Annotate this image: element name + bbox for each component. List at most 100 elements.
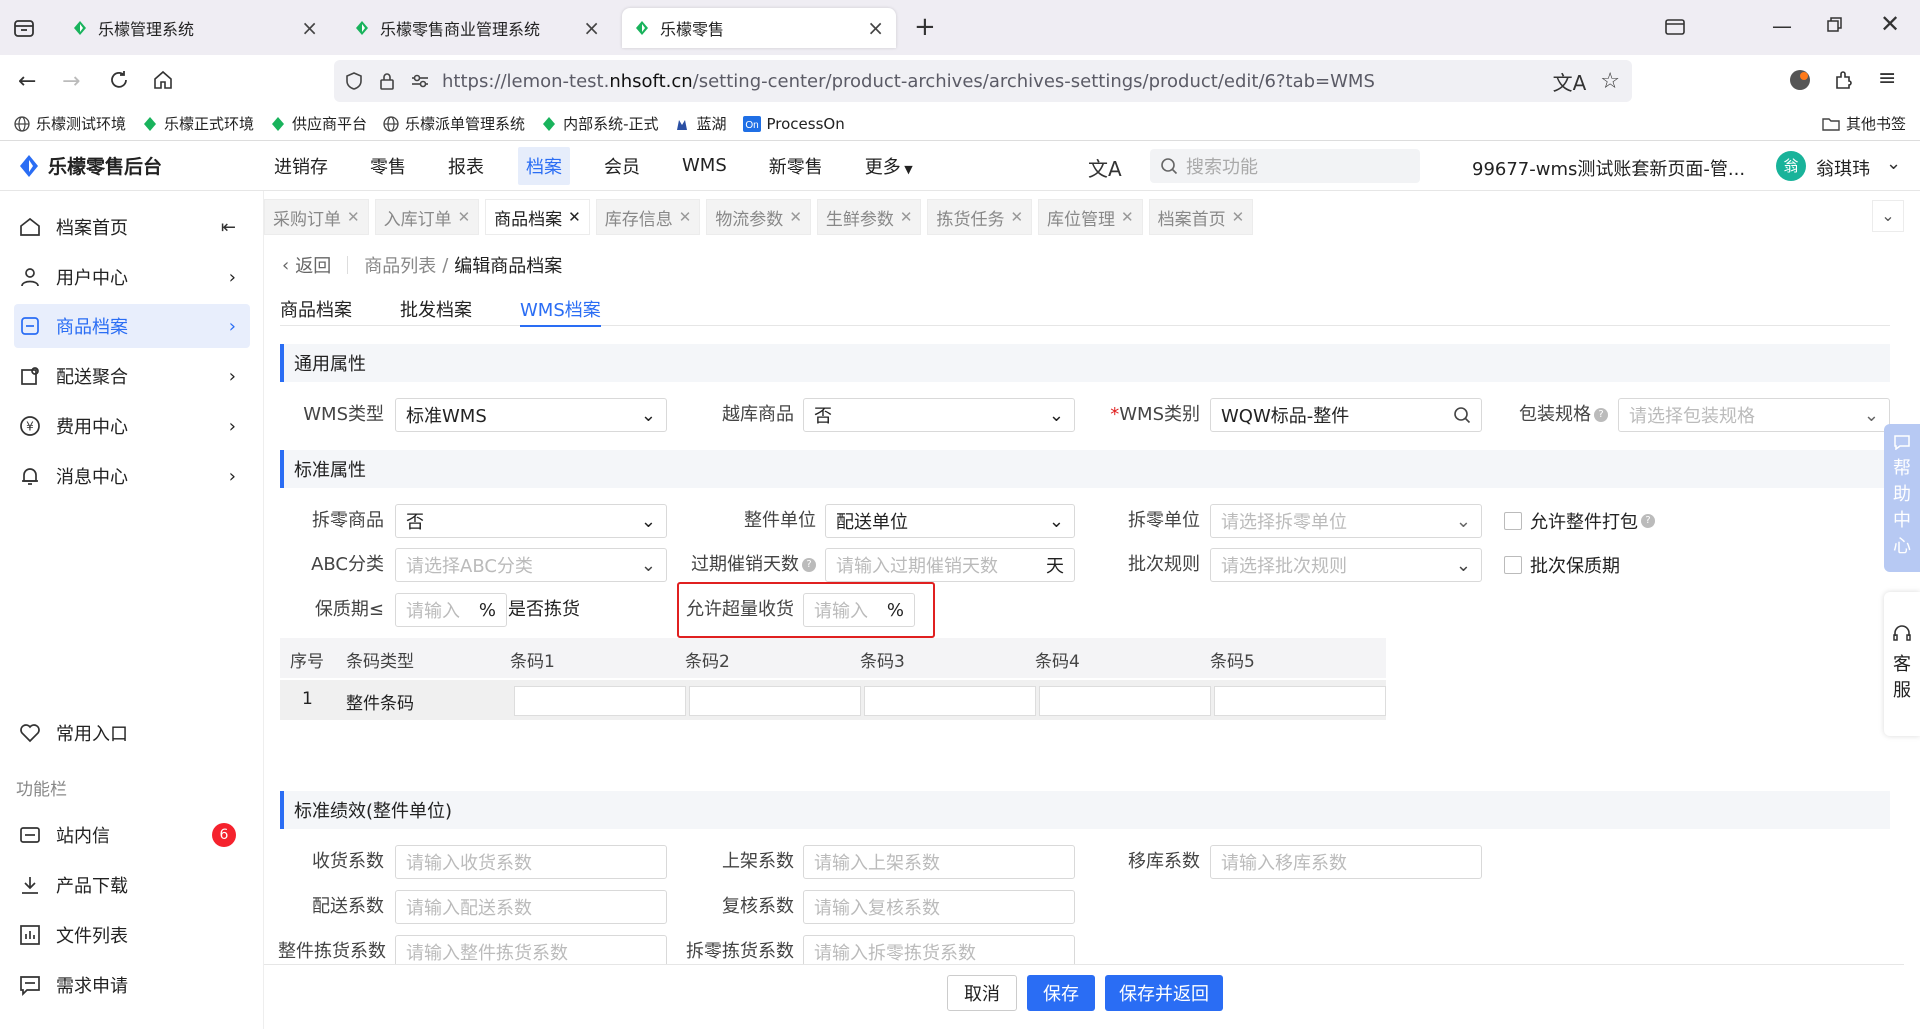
sidebar-item-file-list[interactable]: 文件列表 — [14, 913, 250, 957]
new-tab-button[interactable]: + — [914, 12, 936, 42]
nav-item[interactable]: 报表 — [440, 147, 492, 185]
save-and-return-button[interactable]: 保存并返回 — [1105, 975, 1223, 1011]
back-link[interactable]: 返回 — [295, 252, 331, 278]
allow-pack-checkbox[interactable]: 允许整件打包? — [1504, 504, 1655, 538]
close-icon[interactable]: × — [867, 16, 884, 40]
nav-item[interactable]: WMS — [674, 149, 735, 182]
sidebar-item-distribution[interactable]: 配送聚合 › — [14, 354, 250, 398]
translate-icon[interactable]: 文A — [1553, 67, 1587, 96]
barcode-4-input[interactable] — [1039, 686, 1211, 716]
receive-coef-input[interactable]: 请输入收货系数 — [395, 845, 667, 879]
common-entry[interactable]: 常用入口 — [14, 711, 250, 755]
barcode-2-input[interactable] — [689, 686, 861, 716]
other-bookmarks[interactable]: 其他书签 — [1822, 113, 1906, 134]
split-item-select[interactable]: 否 ⌄ — [395, 504, 667, 538]
content-tab-active[interactable]: 商品档案 ✕ — [485, 199, 590, 235]
bookmark-item[interactable]: 蓝湖 — [674, 113, 727, 134]
sidebar-item-archive-home[interactable]: 档案首页 ⇤ — [14, 205, 250, 249]
move-coef-input[interactable]: 请输入移库系数 — [1210, 845, 1482, 879]
search-box[interactable]: 搜索功能 — [1150, 149, 1420, 183]
bookmark-item[interactable]: 供应商平台 — [270, 113, 367, 134]
bookmark-item[interactable]: 内部系统-正式 — [541, 113, 658, 134]
sidebar-item-inbox[interactable]: 站内信 6 — [14, 813, 250, 857]
chevron-down-icon[interactable]: ⌄ — [1886, 153, 1901, 174]
menu-icon[interactable]: ≡ — [1878, 66, 1896, 91]
close-icon[interactable]: ✕ — [1010, 208, 1023, 226]
browser-tab-1[interactable]: 乐檬管理系统 × — [60, 8, 330, 48]
extensions-icon[interactable] — [1832, 68, 1856, 92]
nav-item[interactable]: 新零售 — [761, 147, 831, 185]
bookmark-item[interactable]: 乐檬正式环境 — [142, 113, 254, 134]
checkbox[interactable] — [1504, 512, 1522, 530]
content-tab[interactable]: 档案首页 ✕ — [1148, 199, 1254, 235]
tabs-dropdown-button[interactable]: ⌄ — [1872, 200, 1904, 232]
nav-item[interactable]: 会员 — [596, 147, 648, 185]
subtab-wholesale[interactable]: 批发档案 — [400, 296, 472, 322]
close-icon[interactable]: ✕ — [900, 208, 913, 226]
language-icon[interactable]: 文A — [1088, 153, 1122, 182]
url-bar[interactable]: https://lemon-test.nhsoft.cn/setting-cen… — [334, 60, 1632, 102]
dist-coef-input[interactable]: 请输入配送系数 — [395, 890, 667, 924]
close-icon[interactable]: ✕ — [347, 208, 360, 226]
bookmark-item[interactable]: 乐檬派单管理系统 — [383, 113, 525, 134]
account-name[interactable]: 99677-wms测试账套新页面-管... — [1472, 155, 1745, 181]
close-icon[interactable]: ✕ — [1121, 208, 1134, 226]
barcode-1-input[interactable] — [514, 686, 686, 716]
app-logo[interactable]: 乐檬零售后台 — [18, 152, 266, 179]
search-icon[interactable] — [1453, 406, 1471, 424]
nav-item-more[interactable]: 更多 ▼ — [857, 147, 921, 185]
recheck-coef-input[interactable]: 请输入复核系数 — [803, 890, 1075, 924]
subtab-wms-active[interactable]: WMS档案 — [520, 296, 601, 327]
content-tab[interactable]: 采购订单 ✕ — [264, 199, 369, 235]
close-icon[interactable]: ✕ — [679, 208, 692, 226]
back-arrow-icon[interactable]: ← — [18, 69, 36, 94]
content-tab[interactable]: 拣货任务 ✕ — [927, 199, 1033, 235]
nav-item[interactable]: 零售 — [362, 147, 414, 185]
abc-class-select[interactable]: 请选择ABC分类 ⌄ — [395, 548, 667, 582]
barcode-3-input[interactable] — [864, 686, 1036, 716]
barcode-5-input[interactable] — [1214, 686, 1386, 716]
sidebar-item-message-center[interactable]: 消息中心 › — [14, 454, 250, 498]
cancel-button[interactable]: 取消 — [947, 975, 1017, 1011]
nav-item-active[interactable]: 档案 — [518, 146, 570, 185]
sidebar-item-product-download[interactable]: 产品下载 — [14, 863, 250, 907]
split-unit-select[interactable]: 请选择拆零单位 ⌄ — [1210, 504, 1482, 538]
bookmark-item[interactable]: On ProcessOn — [742, 115, 845, 133]
close-icon[interactable]: ✕ — [568, 208, 581, 226]
shelf-life-input[interactable]: 请输入 % — [395, 593, 507, 627]
sidebar-item-request[interactable]: 需求申请 — [14, 963, 250, 1007]
forward-arrow-icon[interactable]: → — [62, 69, 80, 94]
close-icon[interactable]: × — [583, 16, 600, 40]
wms-type-select[interactable]: 标准WMS ⌄ — [395, 398, 667, 432]
cross-dock-select[interactable]: 否 ⌄ — [803, 398, 1075, 432]
minimize-button[interactable]: — — [1772, 14, 1792, 38]
sidebar-item-product-archive[interactable]: 商品档案 › — [14, 304, 250, 348]
over-receive-input[interactable]: 请输入 % — [803, 593, 915, 627]
save-button[interactable]: 保存 — [1027, 975, 1095, 1011]
reload-icon[interactable] — [108, 69, 130, 91]
content-tab[interactable]: 生鲜参数 ✕ — [816, 199, 922, 235]
collapse-icon[interactable]: ⇤ — [221, 217, 236, 238]
breadcrumb-list-link[interactable]: 商品列表 — [364, 252, 436, 278]
help-center-button[interactable]: 帮 助 中 心 — [1884, 424, 1920, 572]
sidebar-item-user-center[interactable]: 用户中心 › — [14, 255, 250, 299]
batch-shelf-checkbox[interactable]: 批次保质期 — [1504, 548, 1620, 582]
close-icon[interactable]: ✕ — [458, 208, 471, 226]
tab-overview-icon[interactable] — [12, 16, 36, 40]
avatar[interactable]: 翁 — [1776, 151, 1806, 181]
chevron-left-icon[interactable]: ‹ — [282, 255, 289, 276]
content-tab[interactable]: 库位管理 ✕ — [1038, 199, 1143, 235]
close-icon[interactable]: × — [301, 16, 318, 40]
subtab-product[interactable]: 商品档案 — [280, 296, 352, 322]
sidebar-item-cost-center[interactable]: ¥ 费用中心 › — [14, 404, 250, 448]
content-tab[interactable]: 物流参数 ✕ — [706, 199, 811, 235]
close-icon[interactable]: ✕ — [1232, 208, 1245, 226]
star-icon[interactable]: ☆ — [1600, 69, 1620, 94]
expire-days-input[interactable]: 请输入过期催销天数 天 — [825, 548, 1075, 582]
pack-spec-select[interactable]: 请选择包装规格 ⌄ — [1618, 398, 1890, 432]
whole-unit-select[interactable]: 配送单位 ⌄ — [825, 504, 1075, 538]
content-tab[interactable]: 库存信息 ✕ — [595, 199, 701, 235]
browser-tab-3-active[interactable]: 乐檬零售 × — [622, 8, 896, 48]
checkbox[interactable] — [1504, 556, 1522, 574]
wms-category-input[interactable]: WQW标品-整件 — [1210, 398, 1482, 432]
